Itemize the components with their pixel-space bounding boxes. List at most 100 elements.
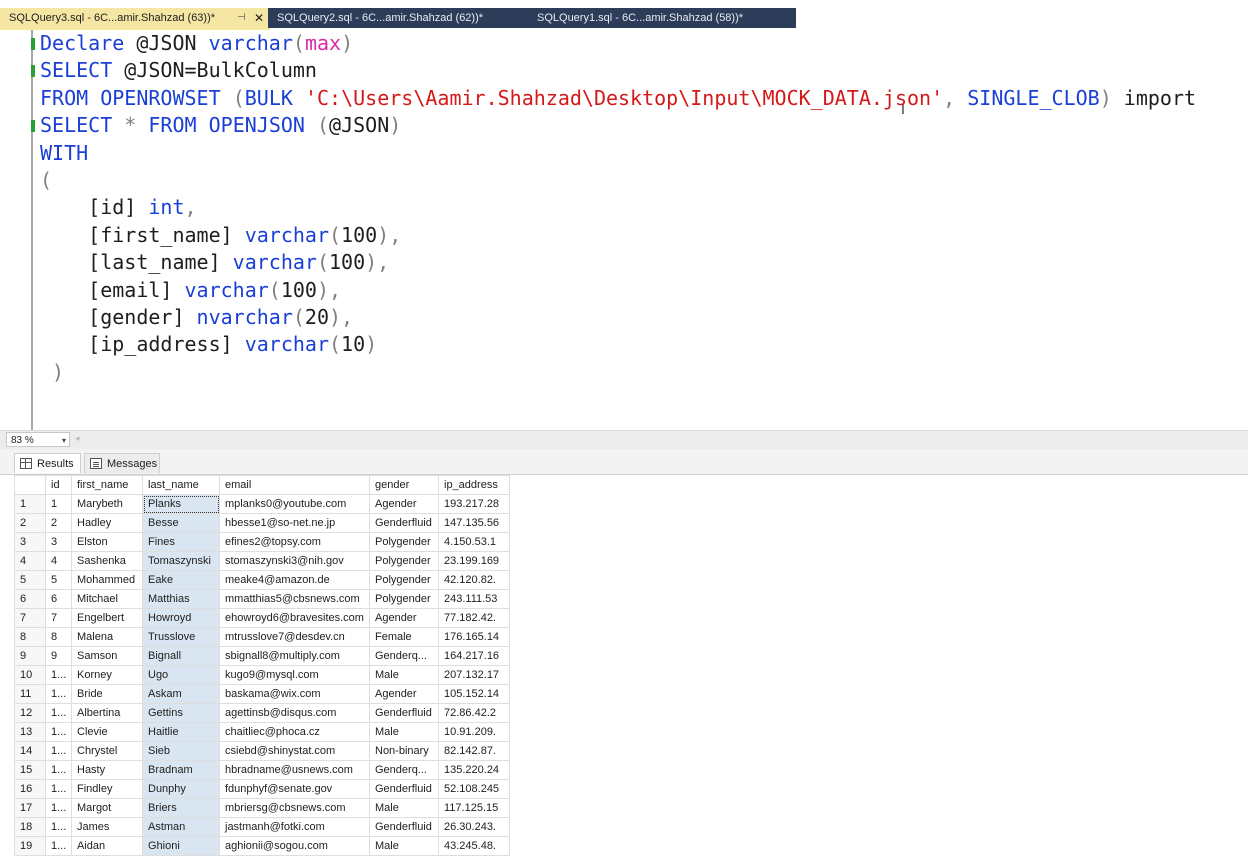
cell-ip-address[interactable]: 243.111.53 — [438, 589, 510, 609]
cell-last-name[interactable]: Haitlie — [142, 722, 220, 742]
table-row[interactable]: 4 4 Sashenka Tomaszynski stomaszynski3@nih.g… — [14, 551, 510, 571]
table-row[interactable]: 3 3 Elston Fines efines2@topsy.com Polygender… — [14, 532, 510, 552]
cell-email[interactable]: hbesse1@so-net.ne.jp — [219, 513, 370, 533]
row-number-cell[interactable]: 1 — [14, 494, 46, 514]
cell-id[interactable]: 7 — [45, 608, 72, 628]
cell-id[interactable]: 9 — [45, 646, 72, 666]
cell-id[interactable]: 1... — [45, 665, 72, 685]
collapse-marker[interactable] — [31, 65, 35, 77]
cell-email[interactable]: efines2@topsy.com — [219, 532, 370, 552]
cell-first-name[interactable]: Mohammed — [71, 570, 143, 590]
query-editor[interactable]: Declare @JSON varchar(max) SELECT @JSON=B… — [0, 30, 1248, 430]
cell-ip-address[interactable]: 176.165.14 — [438, 627, 510, 647]
cell-email[interactable]: agettinsb@disqus.com — [219, 703, 370, 723]
row-number-cell[interactable]: 2 — [14, 513, 46, 533]
cell-gender[interactable]: Male — [369, 836, 439, 856]
code-line[interactable]: [last_name] varchar(100), — [40, 249, 1196, 276]
table-row[interactable]: 9 9 Samson Bignall sbignall8@multiply.com Gen… — [14, 646, 510, 666]
cell-last-name[interactable]: Fines — [142, 532, 220, 552]
row-number-cell[interactable]: 14 — [14, 741, 46, 761]
cell-gender[interactable]: Male — [369, 798, 439, 818]
cell-last-name[interactable]: Gettins — [142, 703, 220, 723]
cell-email[interactable]: stomaszynski3@nih.gov — [219, 551, 370, 571]
cell-first-name[interactable]: Malena — [71, 627, 143, 647]
cell-first-name[interactable]: Sashenka — [71, 551, 143, 571]
code-line[interactable]: SELECT @JSON=BulkColumn — [40, 57, 1196, 84]
collapse-marker[interactable] — [31, 38, 35, 50]
cell-first-name[interactable]: Hadley — [71, 513, 143, 533]
row-number-cell[interactable]: 4 — [14, 551, 46, 571]
cell-gender[interactable]: Female — [369, 627, 439, 647]
cell-last-name[interactable]: Trusslove — [142, 627, 220, 647]
cell-gender[interactable]: Genderfluid — [369, 513, 439, 533]
pin-icon[interactable]: ⊣ — [237, 8, 246, 28]
cell-ip-address[interactable]: 82.142.87. — [438, 741, 510, 761]
code-line[interactable]: ) — [40, 359, 1196, 386]
cell-ip-address[interactable]: 4.150.53.1 — [438, 532, 510, 552]
cell-last-name[interactable]: Besse — [142, 513, 220, 533]
row-number-cell[interactable]: 12 — [14, 703, 46, 723]
cell-gender[interactable]: Agender — [369, 494, 439, 514]
cell-last-name[interactable]: Askam — [142, 684, 220, 704]
cell-last-name[interactable]: Bignall — [142, 646, 220, 666]
tab-results[interactable]: Results — [14, 453, 81, 473]
cell-first-name[interactable]: Korney — [71, 665, 143, 685]
scroll-left-icon[interactable]: ◂ — [75, 433, 80, 444]
table-row[interactable]: 19 1... Aidan Ghioni aghionii@sogou.com Male 4… — [14, 836, 510, 856]
cell-email[interactable]: aghionii@sogou.com — [219, 836, 370, 856]
cell-email[interactable]: fdunphyf@senate.gov — [219, 779, 370, 799]
row-number-cell[interactable]: 8 — [14, 627, 46, 647]
cell-last-name[interactable]: Eake — [142, 570, 220, 590]
cell-email[interactable]: mbriersg@cbsnews.com — [219, 798, 370, 818]
cell-id[interactable]: 1... — [45, 703, 72, 723]
collapse-marker[interactable] — [31, 120, 35, 132]
column-header-email[interactable]: email — [219, 475, 370, 495]
cell-email[interactable]: mplanks0@youtube.com — [219, 494, 370, 514]
cell-first-name[interactable]: Findley — [71, 779, 143, 799]
cell-email[interactable]: jastmanh@fotki.com — [219, 817, 370, 837]
cell-ip-address[interactable]: 105.152.14 — [438, 684, 510, 704]
tab-messages[interactable]: Messages — [84, 453, 160, 473]
row-number-cell[interactable]: 3 — [14, 532, 46, 552]
cell-first-name[interactable]: Samson — [71, 646, 143, 666]
cell-id[interactable]: 1... — [45, 817, 72, 837]
row-number-header[interactable] — [14, 475, 46, 495]
code-line[interactable]: [first_name] varchar(100), — [40, 222, 1196, 249]
close-icon[interactable]: ✕ — [254, 8, 264, 28]
code-line[interactable]: WITH — [40, 140, 1196, 167]
table-row[interactable]: 2 2 Hadley Besse hbesse1@so-net.ne.jp Genderf… — [14, 513, 510, 533]
row-number-cell[interactable]: 5 — [14, 570, 46, 590]
code-line[interactable]: [gender] nvarchar(20), — [40, 304, 1196, 331]
table-row[interactable]: 14 1... Chrystel Sieb csiebd@shinystat.com No… — [14, 741, 510, 761]
cell-id[interactable]: 1... — [45, 779, 72, 799]
row-number-cell[interactable]: 9 — [14, 646, 46, 666]
cell-gender[interactable]: Non-binary — [369, 741, 439, 761]
cell-last-name[interactable]: Tomaszynski — [142, 551, 220, 571]
table-row[interactable]: 6 6 Mitchael Matthias mmatthias5@cbsnews.com… — [14, 589, 510, 609]
cell-email[interactable]: ehowroyd6@bravesites.com — [219, 608, 370, 628]
table-row[interactable]: 5 5 Mohammed Eake meake4@amazon.de Polygender… — [14, 570, 510, 590]
table-row[interactable]: 12 1... Albertina Gettins agettinsb@disqus.c… — [14, 703, 510, 723]
cell-email[interactable]: mmatthias5@cbsnews.com — [219, 589, 370, 609]
code-line[interactable]: FROM OPENROWSET (BULK 'C:\Users\Aamir.Sh… — [40, 85, 1196, 112]
tab-sqlquery3[interactable]: SQLQuery3.sql - 6C...amir.Shahzad (63))*… — [0, 8, 268, 28]
cell-ip-address[interactable]: 147.135.56 — [438, 513, 510, 533]
cell-id[interactable]: 1... — [45, 722, 72, 742]
table-row[interactable]: 8 8 Malena Trusslove mtrusslove7@desdev.cn Fe… — [14, 627, 510, 647]
column-header-gender[interactable]: gender — [369, 475, 439, 495]
cell-first-name[interactable]: Albertina — [71, 703, 143, 723]
cell-gender[interactable]: Agender — [369, 608, 439, 628]
cell-ip-address[interactable]: 52.108.245 — [438, 779, 510, 799]
column-header-last-name[interactable]: last_name — [142, 475, 220, 495]
cell-ip-address[interactable]: 43.245.48. — [438, 836, 510, 856]
cell-first-name[interactable]: Marybeth — [71, 494, 143, 514]
column-header-first-name[interactable]: first_name — [71, 475, 143, 495]
cell-first-name[interactable]: Elston — [71, 532, 143, 552]
cell-id[interactable]: 1 — [45, 494, 72, 514]
results-grid[interactable]: id first_name last_name email gender ip_addre… — [14, 475, 510, 856]
row-number-cell[interactable]: 16 — [14, 779, 46, 799]
cell-id[interactable]: 1... — [45, 798, 72, 818]
cell-last-name[interactable]: Ghioni — [142, 836, 220, 856]
code-line[interactable]: ( — [40, 167, 1196, 194]
cell-id[interactable]: 1... — [45, 684, 72, 704]
